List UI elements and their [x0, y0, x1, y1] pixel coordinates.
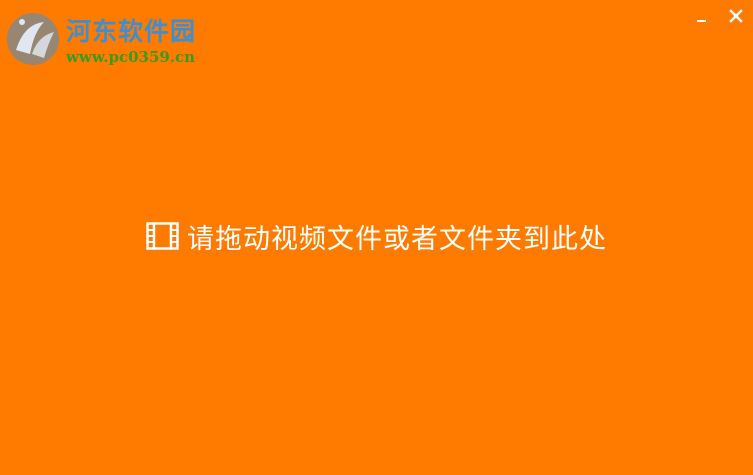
film-icon	[146, 222, 179, 250]
minimize-button[interactable]	[691, 6, 711, 26]
watermark-logo: 河东软件园 www.pc0359.cn	[4, 8, 214, 70]
app-window: 河东软件园 www.pc0359.cn 请拖动视频文件或者文件夹到此处	[0, 0, 753, 475]
watermark-url: www.pc0359.cn	[66, 48, 196, 66]
drop-zone[interactable]: 请拖动视频文件或者文件夹到此处	[0, 196, 753, 276]
close-icon	[729, 9, 743, 23]
minimize-icon	[697, 20, 706, 22]
watermark-logo-icon	[7, 13, 59, 65]
drop-zone-message: 请拖动视频文件或者文件夹到此处	[187, 223, 607, 255]
drop-zone-content: 请拖动视频文件或者文件夹到此处	[146, 217, 607, 256]
close-button[interactable]	[726, 6, 746, 26]
watermark-title: 河东软件园	[66, 17, 197, 46]
